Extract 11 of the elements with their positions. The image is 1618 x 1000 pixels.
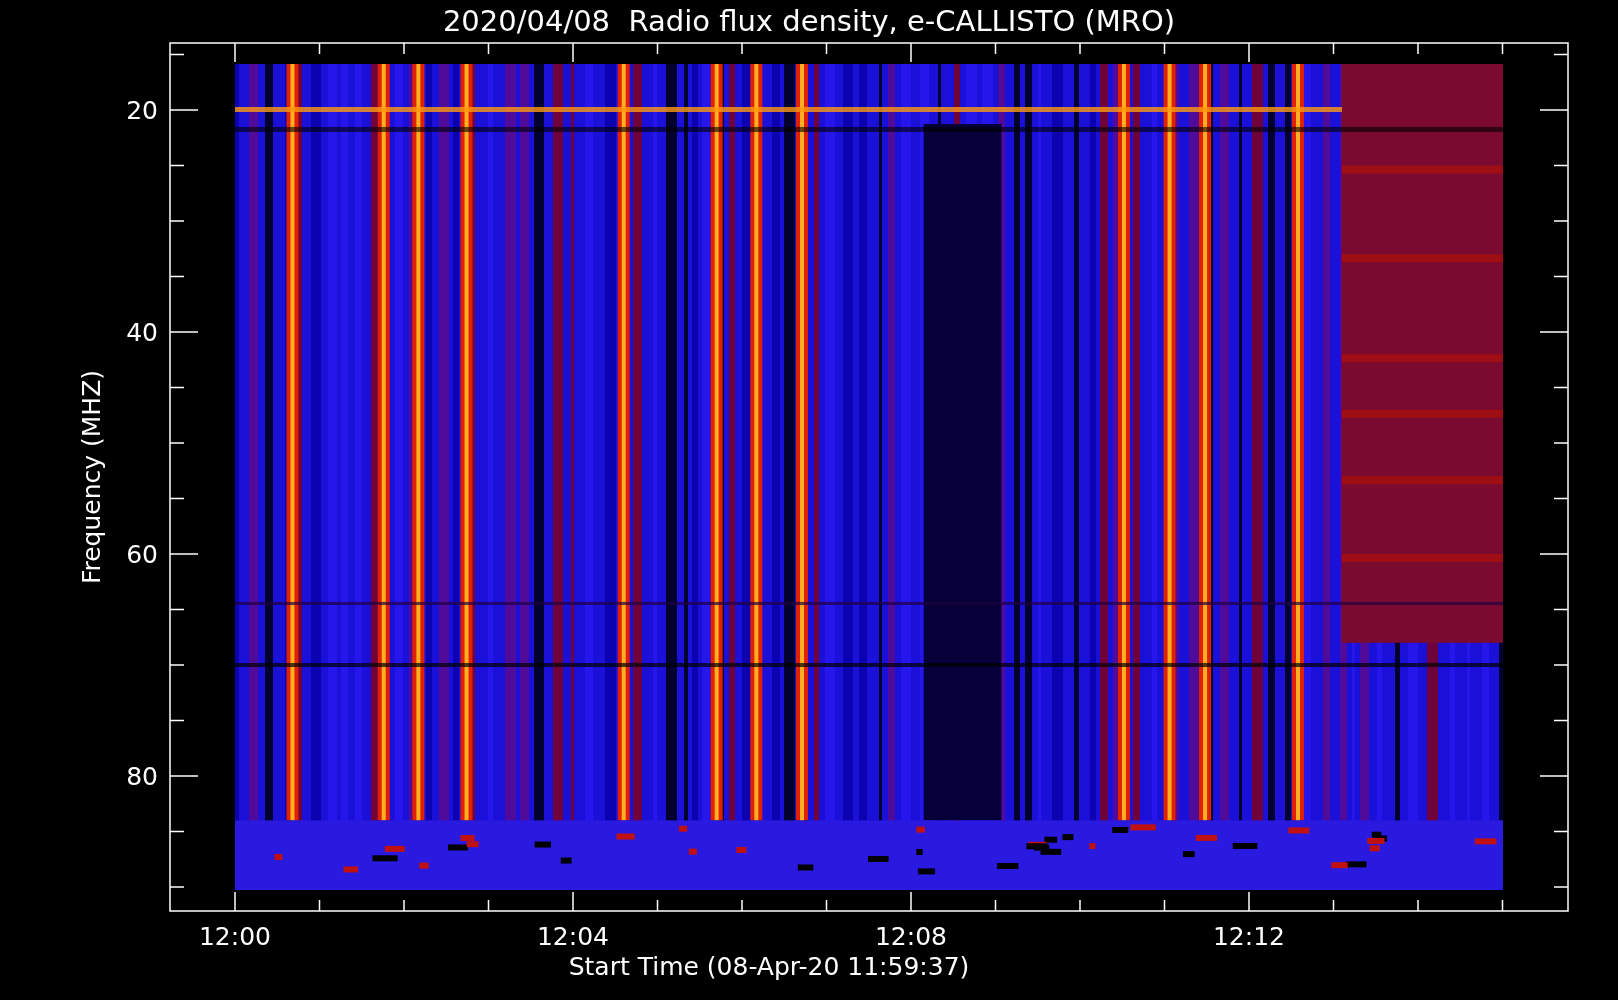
chart-title: 2020/04/08 Radio flux density, e-CALLISTO (MRO) [442,4,1176,38]
x-tick-label: 12:04 [537,922,609,951]
x-tick-label: 12:00 [199,922,271,951]
x-axis-label: Start Time (08-Apr-20 11:59:37) [568,952,970,981]
y-tick-label: 80 [126,762,158,791]
x-tick-label: 12:12 [1213,922,1285,951]
x-tick-label: 12:08 [875,922,947,951]
y-axis-label: Frequency (MHZ) [77,369,106,585]
y-tick-label: 60 [126,540,158,569]
y-tick-label: 40 [126,318,158,347]
y-tick-label: 20 [126,96,158,125]
